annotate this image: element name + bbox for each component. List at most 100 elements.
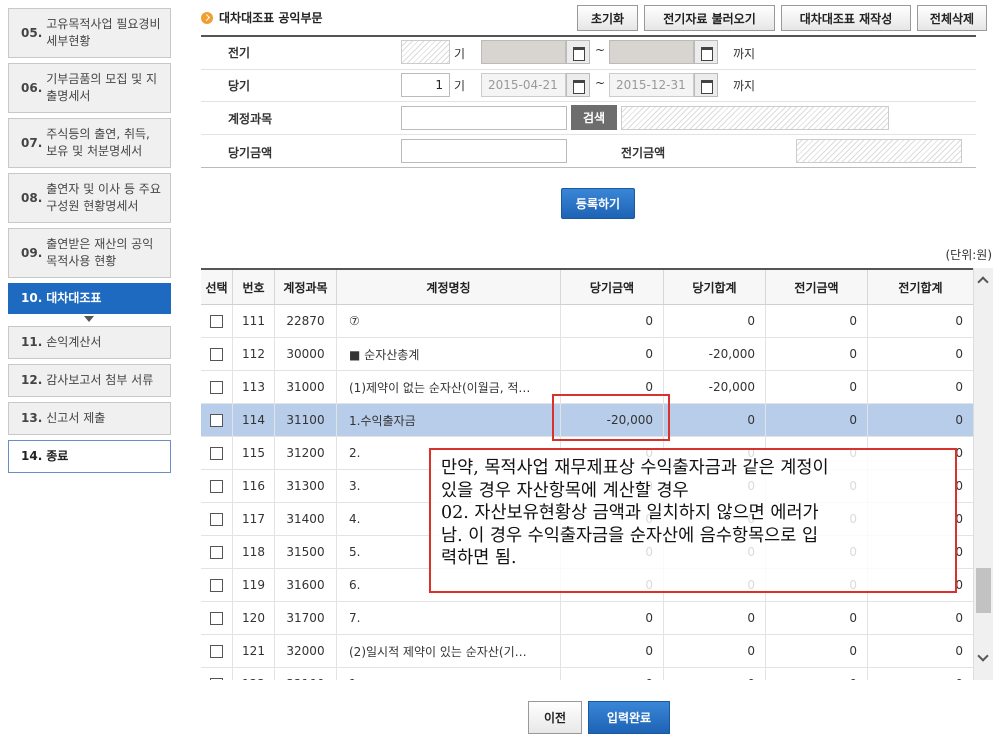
annotation-note: 만약, 목적사업 재무제표상 수익출자금과 같은 계정이 있을 경우 자산항목에…: [429, 448, 957, 593]
sidebar-item-11[interactable]: 11. 손익계산서: [8, 326, 171, 359]
sidebar-item-12[interactable]: 12. 감사보고서 첨부 서류: [8, 364, 171, 397]
cell-prev-amount: 0: [766, 305, 868, 337]
cell-name: (1)제약이 없는 순자산(이월금, 적…: [337, 371, 561, 403]
form-row-divider: [201, 69, 976, 70]
scroll-down-icon[interactable]: [977, 650, 989, 662]
sidebar-item-06[interactable]: 06. 기부금품의 모집 및 지출명세서: [8, 63, 171, 113]
sidebar-item-14[interactable]: 14. 종료: [8, 440, 171, 473]
sidebar-item-num: 14.: [21, 449, 43, 463]
cell-prev-amount: 0: [766, 635, 868, 667]
sidebar-item-label: 출연받은 재산의 공익목적사용 현황: [46, 237, 154, 268]
cell-select: [201, 404, 233, 436]
row-checkbox[interactable]: [210, 413, 223, 427]
curr-period-input[interactable]: [401, 73, 450, 97]
sidebar-item-05[interactable]: 05. 고유목적사업 필요경비 세부현황: [8, 8, 171, 58]
sidebar-item-label: 신고서 제출: [46, 411, 106, 425]
sidebar-item-label: 감사보고서 첨부 서류: [46, 373, 154, 387]
sidebar-item-09[interactable]: 09. 출연받은 재산의 공익목적사용 현황: [8, 228, 171, 278]
row-checkbox[interactable]: [210, 611, 223, 625]
cell-prev-total: 0: [868, 668, 973, 680]
cell-name: ⑦: [337, 305, 561, 337]
sidebar-item-label: 종료: [46, 449, 69, 463]
cell-prev-total: 0: [955, 413, 963, 427]
scroll-thumb[interactable]: [976, 568, 991, 613]
table-row[interactable]: 120 31700 7. 0 0 0 0: [201, 602, 973, 635]
sidebar-item-label: 고유목적사업 필요경비 세부현황: [46, 17, 161, 48]
row-checkbox[interactable]: [210, 446, 223, 460]
row-checkbox[interactable]: [210, 578, 223, 592]
curr-start-calendar-icon[interactable]: [566, 73, 590, 97]
table-row[interactable]: 121 32000 (2)일시적 제약이 있는 순자산(기… 0 0 0 0: [201, 635, 973, 668]
prev-period-unit: 기: [454, 47, 466, 61]
cell-select: [201, 338, 233, 370]
cell-cur-amount: 0: [561, 338, 664, 370]
note-line: 남. 이 경우 수익출자금을 순자산에 음수항목으로 입: [441, 525, 819, 546]
sidebar-item-08[interactable]: 08. 출연자 및 이사 등 주요 구성원 현황명세서: [8, 173, 171, 223]
table-row[interactable]: 111 22870 ⑦ 0 0 0 0: [201, 305, 973, 338]
prev-end-calendar-icon[interactable]: [694, 40, 718, 64]
complete-input-button[interactable]: 입력완료: [588, 701, 670, 734]
sidebar-item-07[interactable]: 07. 주식등의 출연, 취득, 보유 및 처분명세서: [8, 118, 171, 168]
cell-cur-amount: 0: [561, 635, 664, 667]
cell-code: 31100: [275, 404, 337, 436]
cell-cur-total: -20,000: [664, 371, 766, 403]
step-sidebar: 05. 고유목적사업 필요경비 세부현황 06. 기부금품의 모집 및 지출명세서 …: [0, 0, 180, 755]
row-checkbox[interactable]: [210, 545, 223, 559]
col-header-prev-total: 전기합계: [898, 280, 943, 295]
account-search-button[interactable]: 검색: [571, 105, 617, 130]
cell-prev-amount: 0: [766, 338, 868, 370]
sidebar-item-10[interactable]: 10. 대차대조표: [8, 283, 171, 314]
cell-no: 119: [233, 569, 275, 601]
account-label: 계정과목: [228, 112, 273, 126]
curr-period-label: 당기: [228, 79, 251, 93]
table-scrollbar[interactable]: [973, 268, 993, 680]
cell-cur-amount: 0: [561, 602, 664, 634]
table-row[interactable]: 122321001.0000: [201, 668, 973, 680]
prev-button[interactable]: 이전: [528, 701, 582, 734]
recreate-balance-sheet-button[interactable]: 대차대조표 재작성: [781, 5, 911, 31]
cell-select: [201, 503, 233, 535]
cell-select: [201, 668, 233, 680]
prev-start-calendar-icon[interactable]: [566, 40, 590, 64]
prev-amount-field: [796, 139, 962, 163]
cell-select: [201, 569, 233, 601]
account-code-input[interactable]: [401, 106, 567, 130]
row-checkbox[interactable]: [210, 512, 223, 526]
form-row-divider: [201, 134, 976, 135]
row-checkbox[interactable]: [210, 380, 223, 394]
register-button[interactable]: 등록하기: [561, 188, 635, 219]
cell-no: 120: [233, 602, 275, 634]
reset-button[interactable]: 초기화: [577, 5, 638, 31]
sidebar-item-num: 12.: [21, 373, 43, 387]
cell-prev-amount: 0: [766, 602, 868, 634]
row-checkbox[interactable]: [210, 677, 223, 680]
cell-no: 117: [233, 503, 275, 535]
sidebar-item-13[interactable]: 13. 신고서 제출: [8, 402, 171, 435]
row-checkbox[interactable]: [210, 347, 223, 361]
col-header-select: 선택: [201, 270, 233, 304]
curr-period-unit: 기: [454, 79, 466, 93]
col-header-code: 계정과목: [275, 270, 337, 304]
cell-name: (2)일시적 제약이 있는 순자산(기…: [337, 635, 561, 667]
delete-all-button[interactable]: 전체삭제: [917, 5, 987, 31]
curr-end-calendar-icon[interactable]: [694, 73, 718, 97]
row-checkbox[interactable]: [210, 479, 223, 493]
cell-select: [201, 371, 233, 403]
row-checkbox[interactable]: [210, 644, 223, 658]
row-checkbox[interactable]: [210, 314, 223, 328]
highlight-box: [552, 394, 670, 441]
scroll-up-icon[interactable]: [977, 276, 989, 288]
cell-prev-amount: 0: [766, 404, 868, 436]
cell-code: 22870: [275, 305, 337, 337]
cell-no: 113: [233, 371, 275, 403]
cell-name: 7.: [337, 602, 561, 634]
curr-amount-input[interactable]: [401, 139, 567, 163]
cell-prev-amount: 0: [766, 371, 868, 403]
col-header-cur-total: 당기합계: [664, 270, 766, 304]
load-prev-data-button[interactable]: 전기자료 불러오기: [644, 5, 775, 31]
table-row[interactable]: 112 30000 ■ 순자산총계 0 -20,000 0 0: [201, 338, 973, 371]
prev-end-date-field: [609, 40, 694, 64]
prev-date-tilde: ~: [595, 43, 606, 57]
section-title-text: 대차대조표 공익부문: [219, 11, 323, 25]
prev-start-date-field: [481, 40, 566, 64]
